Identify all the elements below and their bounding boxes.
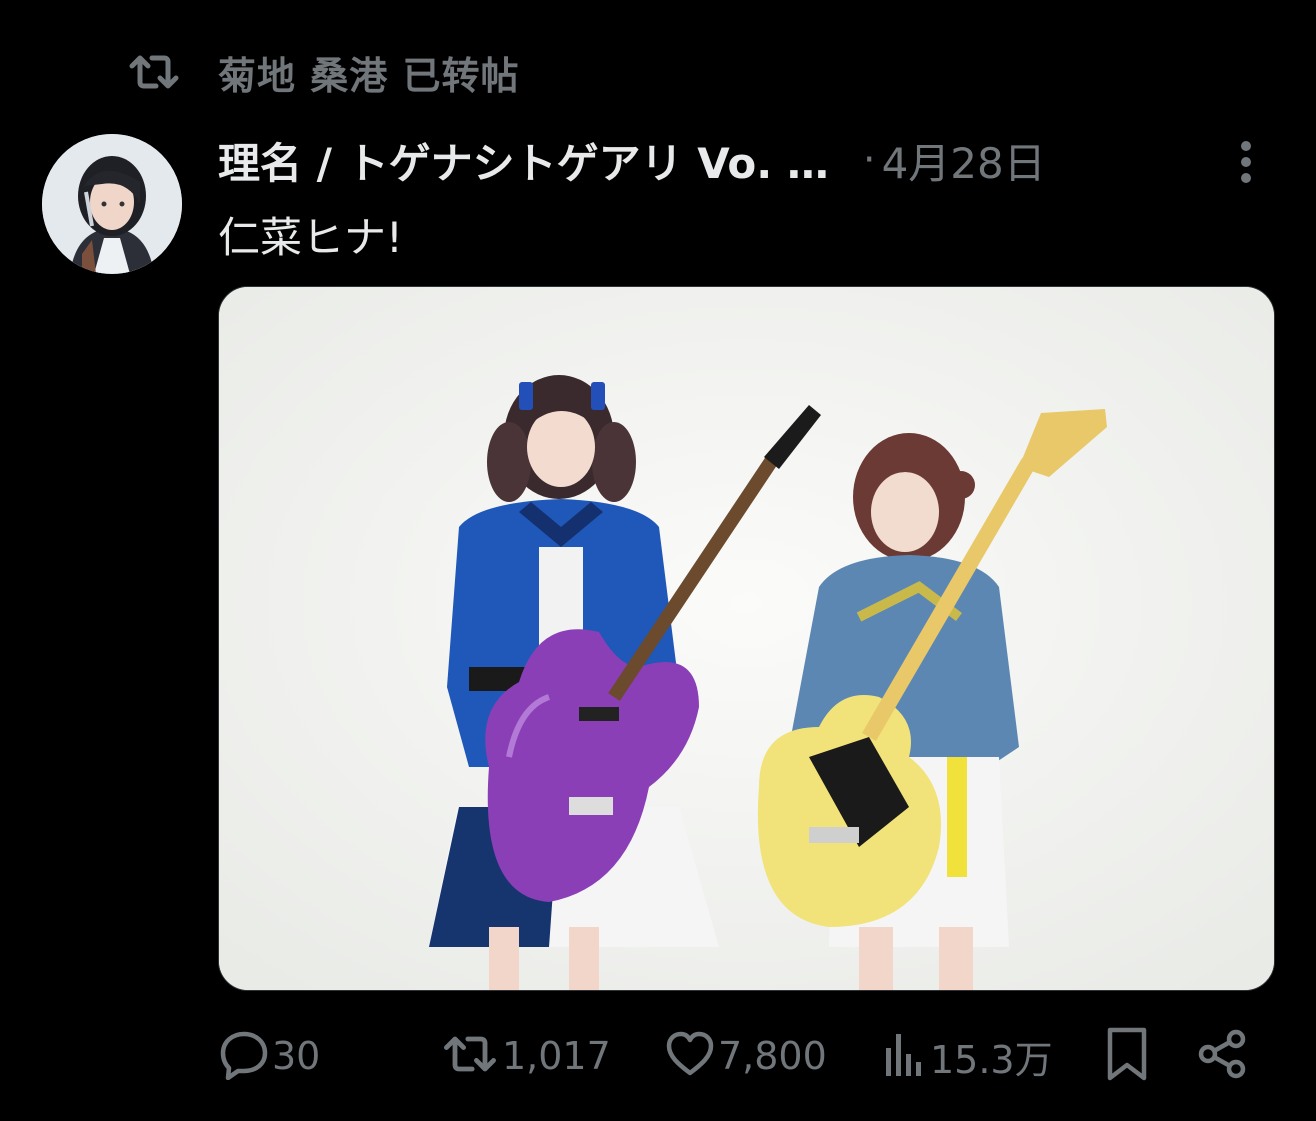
photo-illustration: [219, 287, 1274, 990]
retweet-icon: [440, 1028, 500, 1084]
tweet-text: 仁菜ヒナ!: [218, 213, 403, 262]
share-icon: [1196, 1027, 1250, 1085]
bookmark-button[interactable]: [1104, 1026, 1150, 1086]
author-display-name[interactable]: 理名 / トゲナシトゲアリ Vo. …: [218, 130, 829, 191]
tweet-author-row: 理名 / トゲナシトゲアリ Vo. … · 4月28日: [218, 130, 1278, 190]
more-options-button[interactable]: [1220, 134, 1272, 190]
views-count: 15.3万: [930, 1037, 1053, 1082]
like-button[interactable]: 7,800: [664, 1026, 827, 1086]
retweet-button[interactable]: 1,017: [440, 1026, 611, 1086]
retweet-header[interactable]: 菊地 桑港 已转帖: [126, 44, 519, 100]
avatar[interactable]: [42, 134, 182, 274]
more-vertical-icon: [1241, 141, 1251, 183]
reply-button[interactable]: 30: [218, 1026, 320, 1086]
views-button[interactable]: 15.3万: [882, 1026, 1053, 1086]
tweet-date[interactable]: 4月28日: [882, 130, 1046, 191]
heart-icon: [664, 1028, 716, 1084]
reply-icon: [218, 1028, 270, 1084]
retweet-count: 1,017: [502, 1034, 611, 1078]
like-count: 7,800: [718, 1034, 827, 1078]
reply-count: 30: [272, 1034, 321, 1078]
tweet-media-photo[interactable]: [218, 286, 1275, 991]
share-button[interactable]: [1196, 1026, 1250, 1086]
separator-dot: ·: [862, 137, 876, 183]
views-icon: [882, 1028, 928, 1084]
bookmark-icon: [1104, 1026, 1150, 1086]
retweet-icon: [126, 44, 182, 100]
retweet-header-text: 菊地 桑港 已转帖: [218, 53, 520, 98]
